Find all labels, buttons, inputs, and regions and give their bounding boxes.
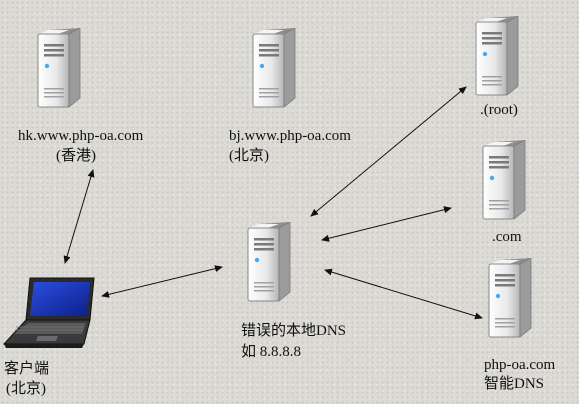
bj-server-location: (北京) xyxy=(229,148,269,164)
server-icon xyxy=(252,28,296,108)
server-icon xyxy=(475,16,519,96)
server-icon xyxy=(488,258,532,338)
dns-diagram: hk.www.php-oa.com (香港) bj.www.php-oa.com… xyxy=(0,0,579,404)
com-server-node xyxy=(481,140,527,220)
client-name: 客户端 xyxy=(4,361,50,377)
hk-server-name: hk.www.php-oa.com xyxy=(18,128,144,144)
smart-dns-server-node xyxy=(487,258,533,338)
client-location: (北京) xyxy=(6,381,46,397)
server-icon xyxy=(482,140,526,220)
link-localdns-smartdns xyxy=(324,268,483,320)
server-icon xyxy=(37,28,81,108)
root-server-name: .(root) xyxy=(480,102,518,118)
laptop-icon xyxy=(2,277,95,348)
com-server-name: .com xyxy=(492,229,522,245)
hk-server-location: (香港) xyxy=(56,148,96,164)
client-laptop-node xyxy=(2,276,98,350)
root-server-node xyxy=(474,16,520,96)
bj-server-node xyxy=(251,28,297,108)
link-localdns-com xyxy=(321,206,452,242)
smart-dns-type: 智能DNS xyxy=(484,376,545,392)
hk-server-node xyxy=(36,28,82,108)
link-client-hk xyxy=(63,169,95,264)
link-localdns-root xyxy=(310,86,467,217)
local-dns-server-node xyxy=(246,222,292,302)
server-icon xyxy=(247,222,291,302)
smart-dns-name: php-oa.com xyxy=(484,357,556,373)
link-client-localdns xyxy=(101,265,223,298)
local-dns-address: 如 8.8.8.8 xyxy=(241,344,302,360)
local-dns-name: 错误的本地DNS xyxy=(241,323,347,339)
bj-server-name: bj.www.php-oa.com xyxy=(229,128,351,144)
